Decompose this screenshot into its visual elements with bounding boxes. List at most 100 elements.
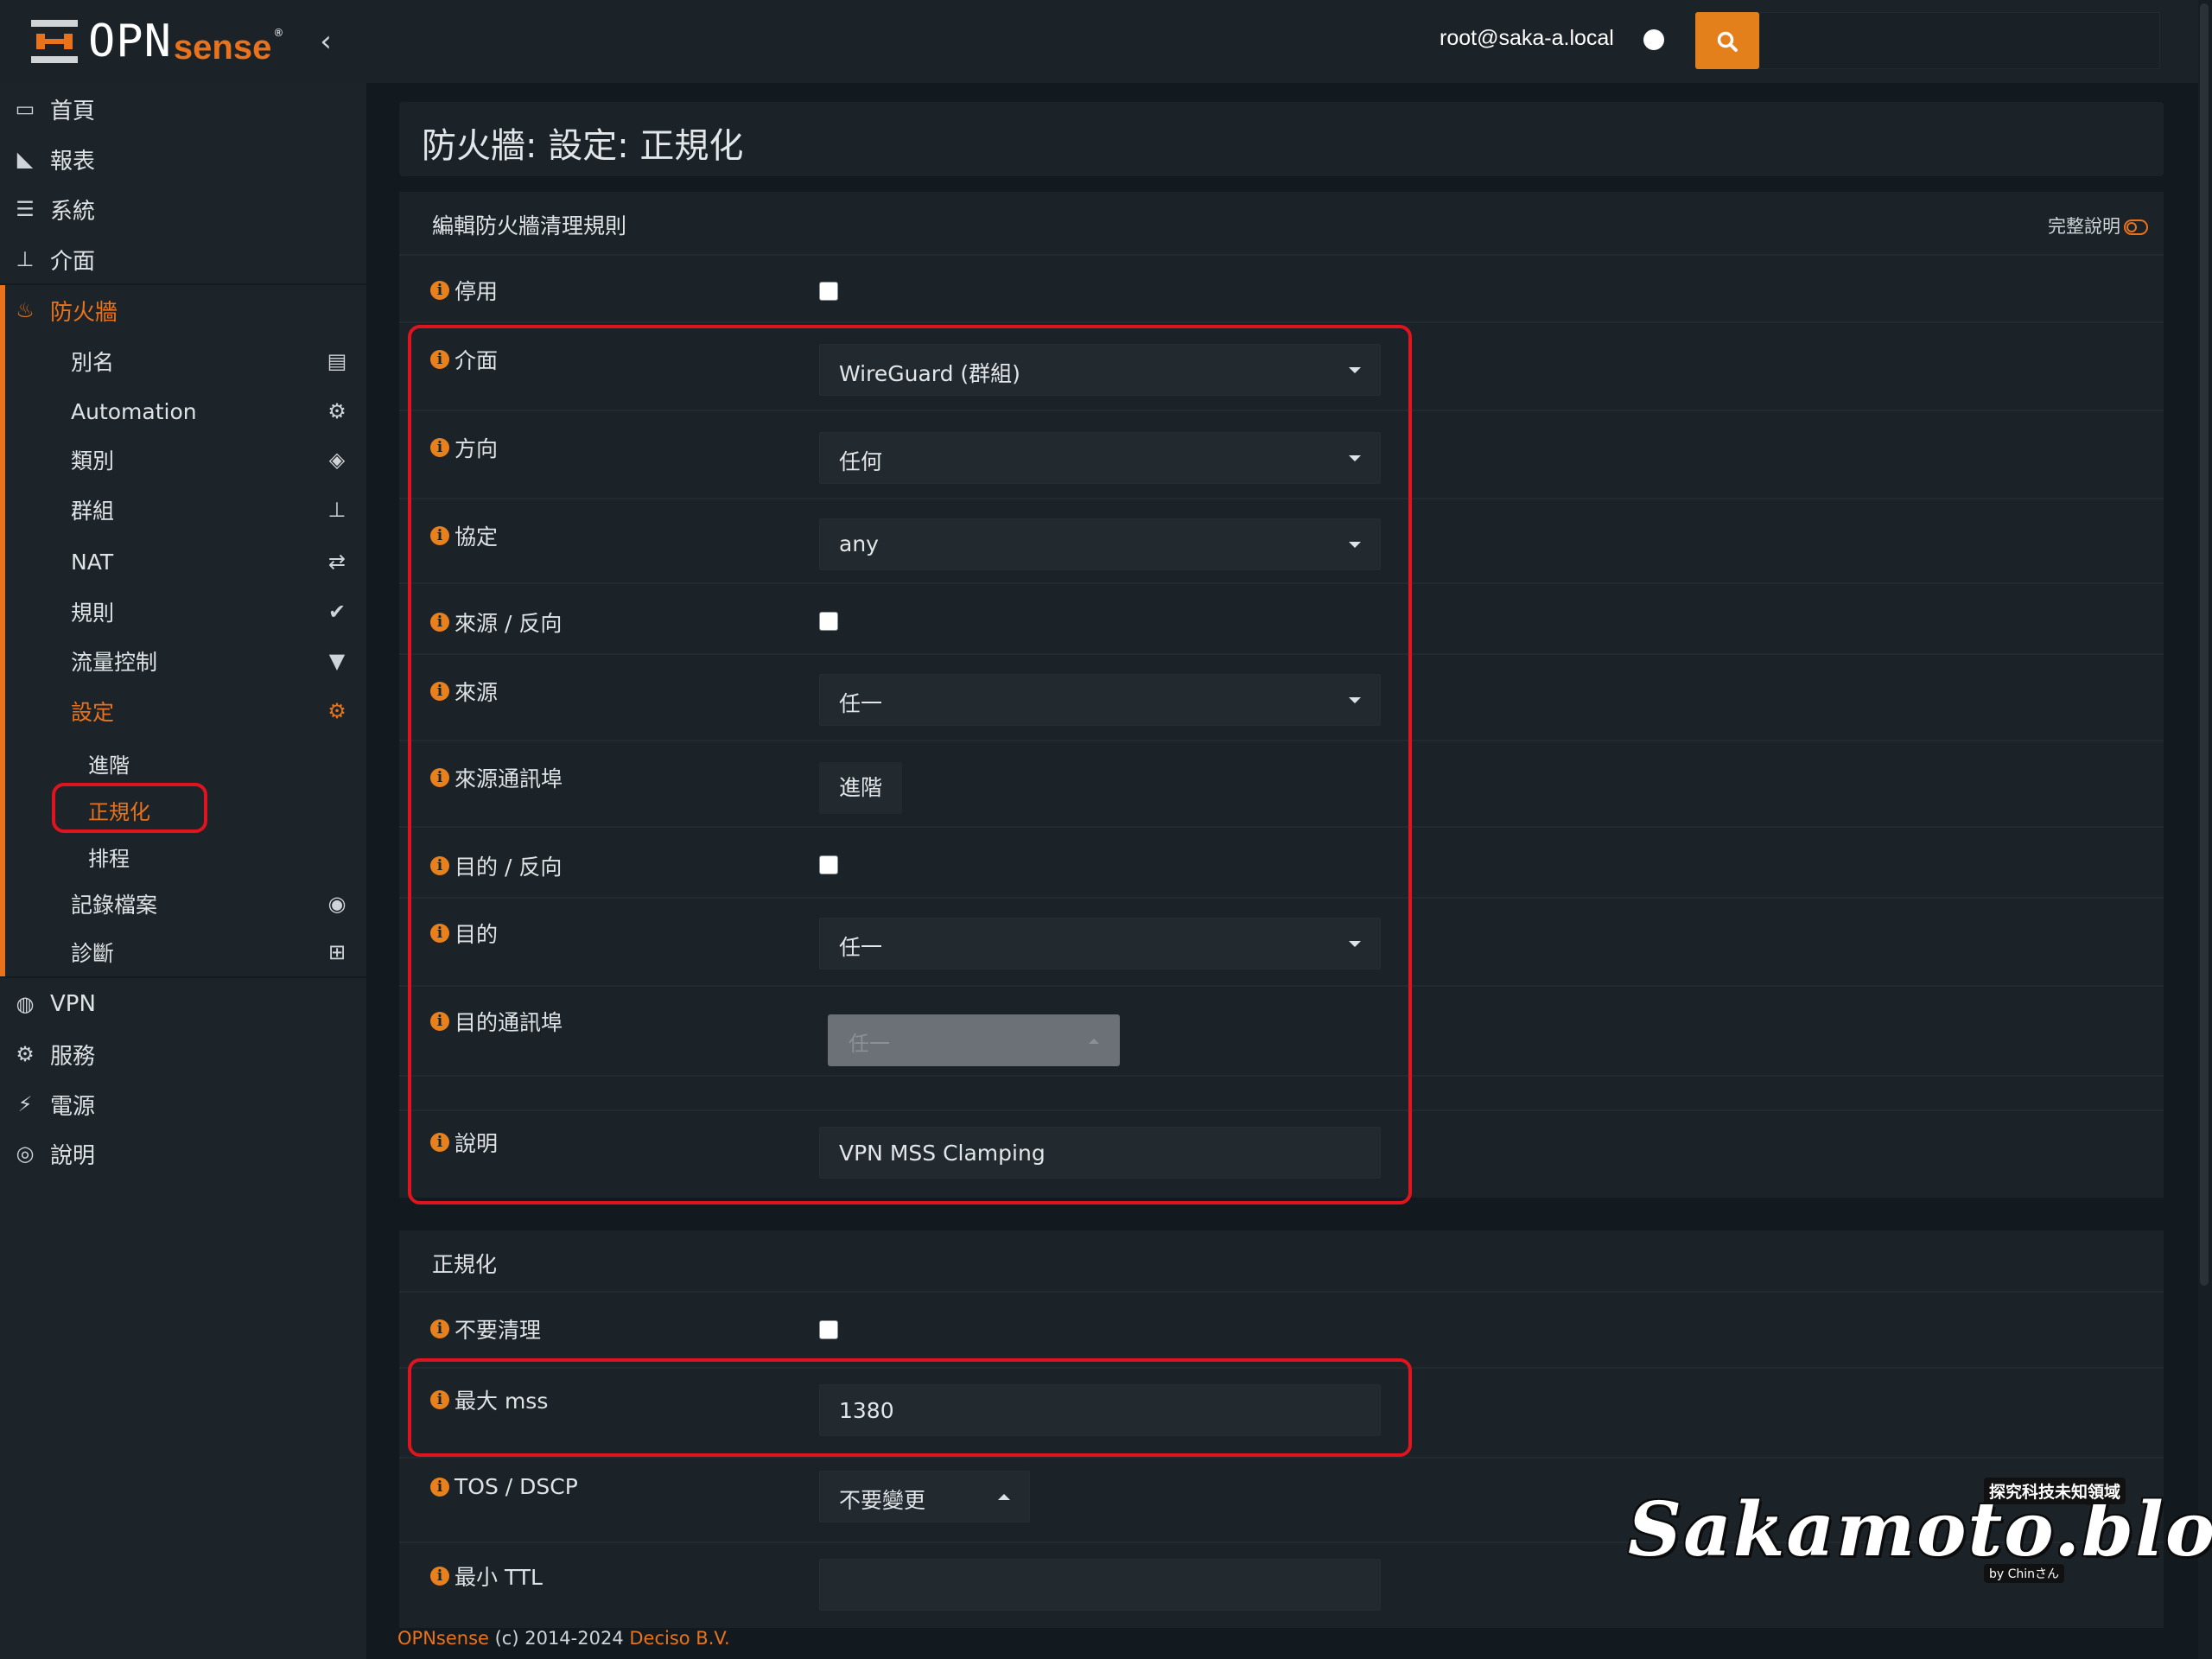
chevron-left-icon[interactable]: ‹ bbox=[313, 26, 339, 57]
sitemap-icon: ⊥ bbox=[16, 247, 35, 271]
label-text: 停用 bbox=[454, 279, 499, 304]
sidebar-item-label: 說明 bbox=[50, 1142, 96, 1169]
info-icon[interactable]: i bbox=[430, 281, 449, 300]
toggle-icon bbox=[2124, 219, 2148, 235]
medkit-icon: ⊞ bbox=[327, 940, 346, 964]
sitemap-icon: ⊥ bbox=[327, 498, 346, 522]
server-icon: ☰ bbox=[16, 197, 35, 221]
sidebar-item-firewall[interactable]: ♨ 防火牆 bbox=[0, 286, 366, 334]
sidebar-item-reports[interactable]: ◣ 報表 bbox=[0, 135, 366, 183]
sidebar-item-interfaces[interactable]: ⊥ 介面 bbox=[0, 235, 366, 283]
sidebar-item-power[interactable]: ⚡ 電源 bbox=[0, 1080, 366, 1128]
field-label-no-scrub: i 不要清理 bbox=[430, 1313, 541, 1344]
sidebar-item-label: 設定 bbox=[71, 700, 115, 725]
sidebar-item-vpn[interactable]: ◍ VPN bbox=[0, 980, 366, 1028]
sidebar-item-groups[interactable]: 群組 ⊥ bbox=[0, 486, 366, 534]
sidebar-item-aliases[interactable]: 別名 ▤ bbox=[0, 337, 366, 385]
watermark-logo: Sakamoto.blog 探究科技未知領域 by Chinさん bbox=[1628, 1478, 2212, 1590]
sidebar-item-advanced[interactable]: 進階 bbox=[0, 738, 366, 783]
theme-toggle-dot[interactable] bbox=[1643, 29, 1664, 50]
sidebar-item-shaper[interactable]: 流量控制 ▼ bbox=[0, 637, 366, 685]
fire-icon: ♨ bbox=[16, 298, 35, 322]
page-header: 防火牆: 設定: 正規化 bbox=[399, 102, 2164, 176]
row-divider bbox=[399, 1457, 2164, 1459]
gear-icon: ⚙ bbox=[16, 1042, 35, 1066]
check-icon: ✔ bbox=[327, 600, 346, 624]
full-help-toggle[interactable]: 完整說明 bbox=[2048, 213, 2148, 238]
label-text: 不要清理 bbox=[454, 1318, 542, 1343]
info-icon[interactable]: i bbox=[430, 1319, 449, 1338]
sidebar-item-nat[interactable]: NAT ⇄ bbox=[0, 537, 366, 586]
footer-company-link[interactable]: Deciso B.V. bbox=[629, 1628, 729, 1649]
label-text: 最小 TTL bbox=[454, 1565, 543, 1590]
sidebar-item-label: 服務 bbox=[50, 1043, 96, 1070]
footer: OPNsense (c) 2014-2024 Deciso B.V. bbox=[397, 1628, 730, 1649]
full-help-label: 完整說明 bbox=[2048, 216, 2120, 237]
sidebar-item-system[interactable]: ☰ 系統 bbox=[0, 185, 366, 233]
sidebar-item-label: 診斷 bbox=[71, 941, 115, 966]
no-scrub-checkbox[interactable] bbox=[819, 1320, 838, 1339]
sidebar-item-rules[interactable]: 規則 ✔ bbox=[0, 588, 366, 636]
opnsense-logo[interactable]: OPN sense ® bbox=[29, 14, 283, 69]
sidebar-item-schedules[interactable]: 排程 bbox=[0, 831, 366, 876]
user-label[interactable]: root@saka-a.local bbox=[1440, 26, 1614, 51]
search-button[interactable] bbox=[1695, 12, 1759, 69]
panel-title: 正規化 bbox=[432, 1252, 498, 1277]
sidebar-item-automation[interactable]: Automation ⚙ bbox=[0, 387, 366, 435]
sidebar-item-label: Automation bbox=[71, 398, 197, 424]
sidebar-item-label: 防火牆 bbox=[50, 299, 118, 326]
sidebar-divider bbox=[0, 283, 366, 285]
info-icon[interactable]: i bbox=[430, 1567, 449, 1586]
disabled-checkbox[interactable] bbox=[819, 282, 838, 301]
panel-title: 編輯防火牆清理規則 bbox=[432, 213, 627, 238]
sidebar-item-label: 進階 bbox=[88, 753, 130, 778]
sidebar-item-settings[interactable]: 設定 ⚙ bbox=[0, 687, 366, 735]
area-chart-icon: ◣ bbox=[16, 147, 34, 171]
sidebar-item-label: 流量控制 bbox=[71, 650, 158, 675]
sidebar-item-label: 記錄檔案 bbox=[71, 893, 158, 918]
footer-copyright: (c) 2014-2024 bbox=[488, 1628, 630, 1649]
search-input[interactable] bbox=[1759, 12, 2160, 69]
tos-select[interactable]: 不要變更 bbox=[819, 1471, 1030, 1522]
sidebar-item-logfiles[interactable]: 記錄檔案 ◉ bbox=[0, 880, 366, 928]
field-label-disabled: i 停用 bbox=[430, 275, 498, 306]
sidebar-item-label: 介面 bbox=[50, 248, 96, 275]
row-divider bbox=[399, 1291, 2164, 1293]
field-label-min-ttl: i 最小 TTL bbox=[430, 1560, 543, 1592]
highlight-box-normalization bbox=[52, 783, 207, 833]
sidebar-item-categories[interactable]: 類別 ◈ bbox=[0, 435, 366, 484]
search-icon bbox=[1717, 31, 1738, 52]
min-ttl-input[interactable] bbox=[819, 1559, 1381, 1611]
page-title: 防火牆: 設定: 正規化 bbox=[422, 126, 744, 166]
laptop-icon: ▭ bbox=[15, 97, 35, 121]
tags-icon: ◈ bbox=[328, 448, 346, 472]
watermark-byline: by Chinさん bbox=[1984, 1564, 2065, 1583]
list-alt-icon: ▤ bbox=[327, 349, 347, 373]
field-label-tos: i TOS / DSCP bbox=[430, 1474, 578, 1499]
sidebar-divider bbox=[0, 976, 366, 978]
scrollbar-thumb[interactable] bbox=[2200, 3, 2209, 1286]
sidebar-item-label: 群組 bbox=[71, 499, 115, 524]
caret-up-icon bbox=[998, 1494, 1010, 1500]
sidebar-item-label: 別名 bbox=[71, 350, 115, 375]
highlight-box-rule-fields bbox=[408, 325, 1412, 1205]
sidebar-item-label: 類別 bbox=[71, 448, 115, 474]
sidebar-item-label: 電源 bbox=[50, 1093, 96, 1120]
plug-icon: ⚡ bbox=[17, 1092, 33, 1116]
footer-brand-link[interactable]: OPNsense bbox=[397, 1628, 489, 1649]
sidebar-item-diagnostics[interactable]: 診斷 ⊞ bbox=[0, 928, 366, 976]
sidebar-item-label: 排程 bbox=[88, 847, 130, 871]
globe-icon: ◍ bbox=[16, 992, 35, 1016]
exchange-icon: ⇄ bbox=[327, 550, 346, 574]
sidebar-item-services[interactable]: ⚙ 服務 bbox=[0, 1030, 366, 1078]
logo-icon bbox=[29, 16, 79, 67]
sidebar-item-help[interactable]: ◎ 說明 bbox=[0, 1129, 366, 1178]
top-bar: OPN sense ® ‹ root@saka-a.local bbox=[0, 0, 2212, 83]
sidebar-item-label: VPN bbox=[50, 991, 96, 1017]
sidebar-item-home[interactable]: ▭ 首頁 bbox=[0, 85, 366, 133]
cog-icon: ⚙ bbox=[327, 399, 346, 423]
info-icon[interactable]: i bbox=[430, 1477, 449, 1497]
watermark-tagline: 探究科技未知領域 bbox=[1984, 1478, 2126, 1504]
sidebar-item-label: 首頁 bbox=[50, 98, 96, 124]
row-divider bbox=[399, 321, 2164, 323]
